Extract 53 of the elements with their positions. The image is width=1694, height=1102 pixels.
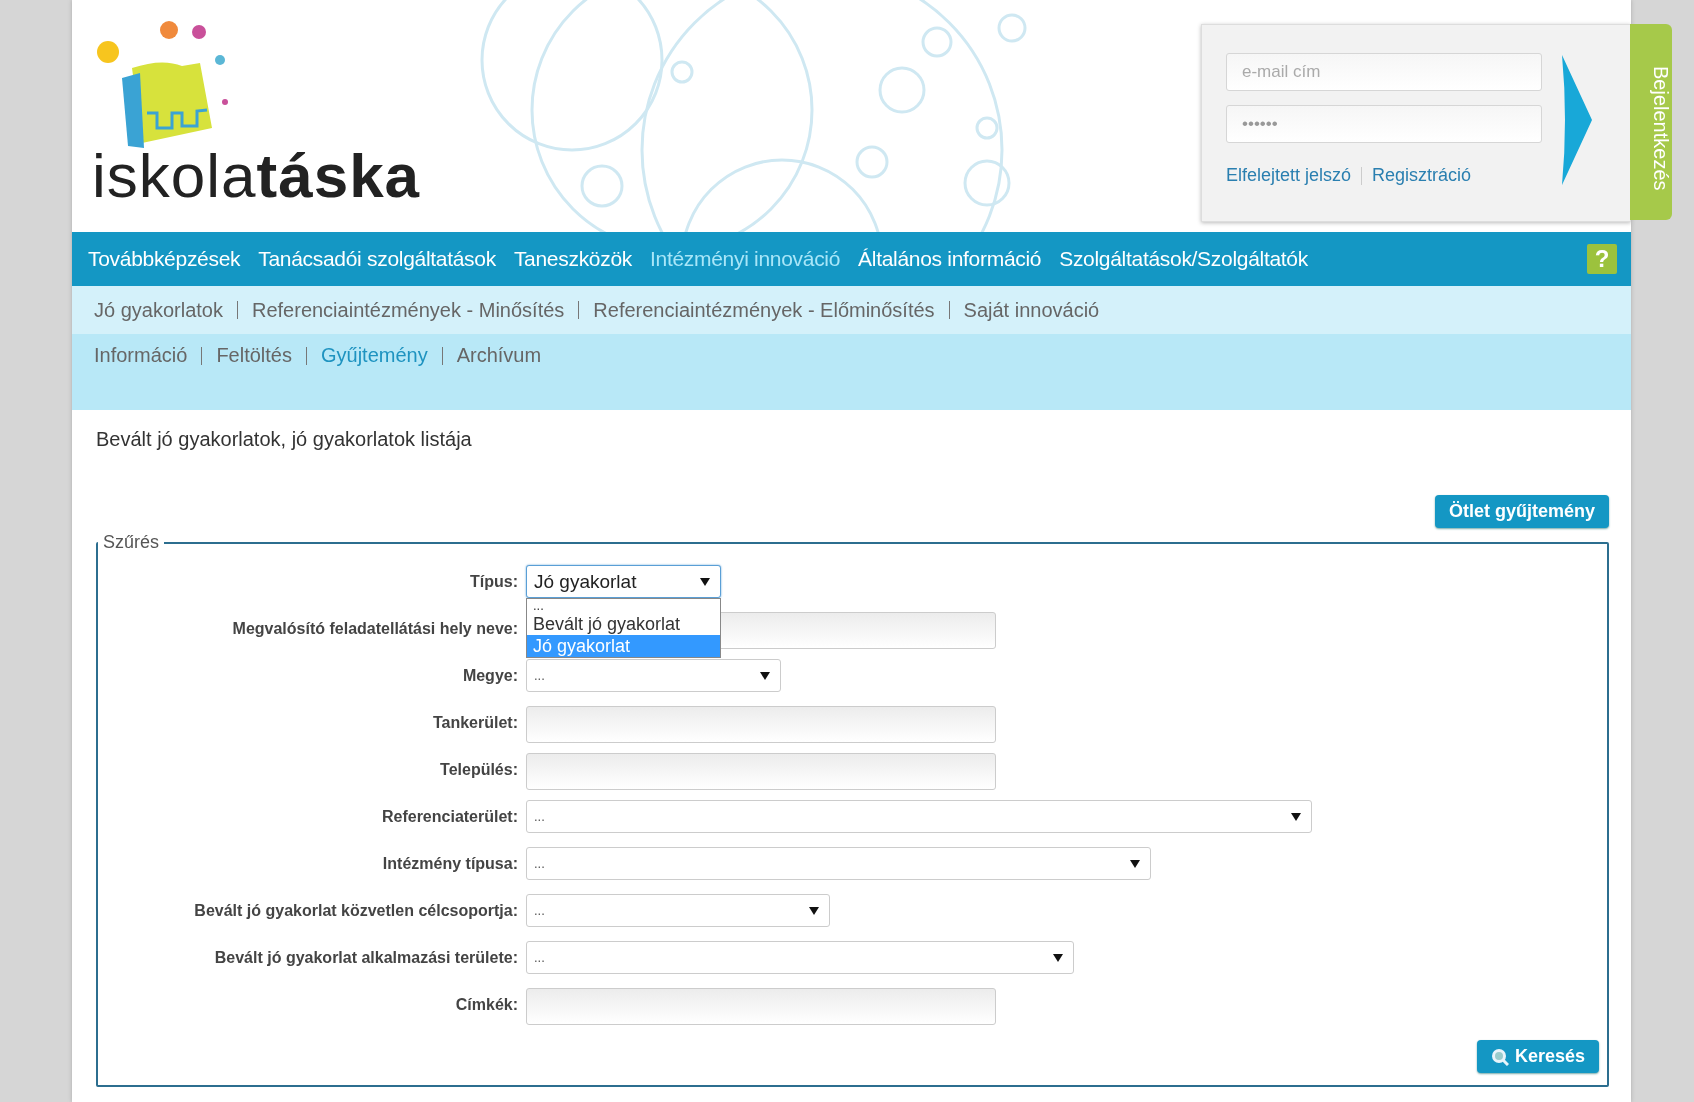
nav-tab[interactable]: Általános információ [858,247,1042,271]
subnav-link[interactable]: Gyűjtemény [320,344,428,367]
field-label: Bevált jó gyakorlat közvetlen célcsoportja: [193,901,518,920]
login-arrow-icon[interactable] [1560,55,1594,185]
filter-legend: Szűrés [98,532,165,553]
dropdown-field[interactable]: ... [526,847,1151,880]
dropdown-option[interactable]: Jó gyakorlat [527,635,720,657]
subnav-link[interactable]: Jó gyakorlatok [94,298,223,322]
dropdown-option[interactable]: ... [527,599,720,613]
idea-collection-button[interactable]: Ötlet gyűjtemény [1434,495,1609,528]
caret-icon [1130,859,1140,868]
text-field[interactable] [526,988,996,1025]
dropdown-field[interactable]: Jó gyakorlat [526,565,721,598]
caret-icon [760,671,770,680]
subnav-link[interactable]: Információ [94,344,188,367]
field-label: Címkék: [454,995,518,1014]
caret-icon [809,906,819,915]
subnav-link[interactable]: Feltöltés [216,344,292,367]
dropdown-option[interactable]: Bevált jó gyakorlat [527,613,720,635]
field-label: Település: [439,760,518,779]
search-icon [1490,1047,1509,1066]
email-field[interactable]: e-mail cím [1226,53,1542,91]
subnav-link[interactable]: Saját innováció [963,298,1100,322]
nav-tab[interactable]: Szolgáltatások/Szolgáltatók [1059,247,1308,271]
subnav-link[interactable]: Referenciaintézmények - Előminősítés [593,298,935,322]
dropdown-field[interactable]: ... [526,941,1074,974]
password-field[interactable]: •••••• [1226,105,1542,143]
caret-icon [700,577,710,586]
field-label: Intézmény típusa: [381,854,518,873]
search-button[interactable]: Keresés [1476,1040,1599,1073]
text-field[interactable] [526,706,996,743]
nav-tab[interactable]: Taneszközök [513,247,632,271]
field-label: Referenciaterület: [380,807,518,826]
field-label: Megvalósító feladatellátási hely neve: [231,619,518,638]
nav-tab[interactable]: Tanácsadói szolgáltatások [258,247,496,271]
field-label: Megye: [461,666,518,685]
dropdown-field[interactable]: ... [526,659,781,692]
login-link[interactable]: Regisztráció [1372,165,1472,186]
page-title: Bevált jó gyakorlatok, jó gyakorlatok listája [96,428,473,451]
login-link[interactable]: Elfelejtett jelszó [1226,165,1352,186]
subnav-link[interactable]: Referenciaintézmények - Minősítés [251,298,565,322]
nav-tab[interactable]: Intézményi innováció [650,247,841,271]
caret-icon [1291,812,1301,821]
field-label: Típus: [469,572,518,591]
dropdown-field[interactable]: ... [526,800,1312,833]
field-label: Tankerület: [431,713,518,732]
caret-icon [1053,953,1063,962]
nav-tab[interactable]: Továbbképzések [88,247,241,271]
dropdown-field[interactable]: ... [526,894,830,927]
field-label: Bevált jó gyakorlat alkalmazási területe: [213,948,518,967]
text-field[interactable] [526,753,996,790]
site-logo-text: iskolatáska [92,145,421,207]
subnav-link[interactable]: Archívum [456,344,542,367]
